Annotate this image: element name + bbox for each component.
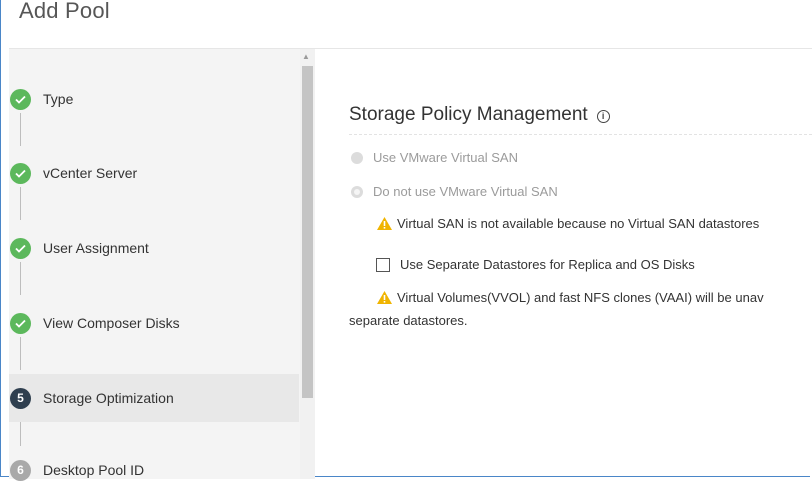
step-number-badge: 5 [10, 387, 31, 409]
warning-text-continued: separate datastores. [349, 313, 468, 328]
step-label: View Composer Disks [43, 315, 180, 331]
step-label: Desktop Pool ID [43, 462, 145, 478]
radio-button[interactable] [351, 185, 363, 198]
radio-label: Do not use VMware Virtual SAN [373, 184, 558, 199]
wizard-step-user-assignment[interactable]: User Assignment [9, 224, 299, 272]
radio-button[interactable] [351, 151, 363, 164]
info-icon[interactable]: i [596, 110, 610, 123]
vsan-warning: Virtual SAN is not available because no … [376, 216, 759, 231]
scroll-up-arrow-icon[interactable]: ▲ [302, 53, 310, 61]
section-title: Storage Policy Management i [349, 104, 610, 126]
check-icon [10, 312, 31, 334]
checkbox-label: Use Separate Datastores for Replica and … [400, 257, 695, 272]
wizard-step-desktop-pool-id[interactable]: 6 Desktop Pool ID [9, 446, 299, 494]
step-label: User Assignment [43, 240, 149, 256]
check-icon [10, 162, 31, 184]
radio-use-vsan[interactable]: Use VMware Virtual SAN [351, 150, 518, 165]
radio-no-vsan[interactable]: Do not use VMware Virtual SAN [351, 184, 558, 199]
wizard-step-type[interactable]: Type [9, 75, 299, 123]
warning-text: Virtual Volumes(VVOL) and fast NFS clone… [397, 290, 764, 305]
wizard-step-vcenter-server[interactable]: vCenter Server [9, 149, 299, 197]
separate-datastores-checkbox[interactable] [376, 257, 390, 272]
step-label: Type [43, 91, 74, 107]
window-title: Add Pool [19, 0, 110, 23]
radio-label: Use VMware Virtual SAN [373, 150, 518, 165]
check-icon [10, 237, 31, 259]
step-label: Storage Optimization [43, 390, 174, 406]
check-icon [10, 88, 31, 110]
warning-text: Virtual SAN is not available because no … [397, 216, 760, 231]
separate-datastores-option[interactable]: Use Separate Datastores for Replica and … [376, 257, 695, 272]
step-label: vCenter Server [43, 165, 138, 181]
vvol-warning: Virtual Volumes(VVOL) and fast NFS clone… [376, 290, 764, 305]
sidebar-scroll-thumb[interactable] [302, 66, 313, 398]
warning-icon [377, 291, 392, 304]
wizard-step-storage-optimization[interactable]: 5 Storage Optimization [9, 374, 299, 422]
wizard-step-view-composer-disks[interactable]: View Composer Disks [9, 299, 299, 347]
warning-icon [377, 217, 392, 230]
step-number-badge: 6 [10, 459, 31, 481]
section-title-text: Storage Policy Management [349, 104, 588, 125]
section-divider [349, 134, 812, 136]
